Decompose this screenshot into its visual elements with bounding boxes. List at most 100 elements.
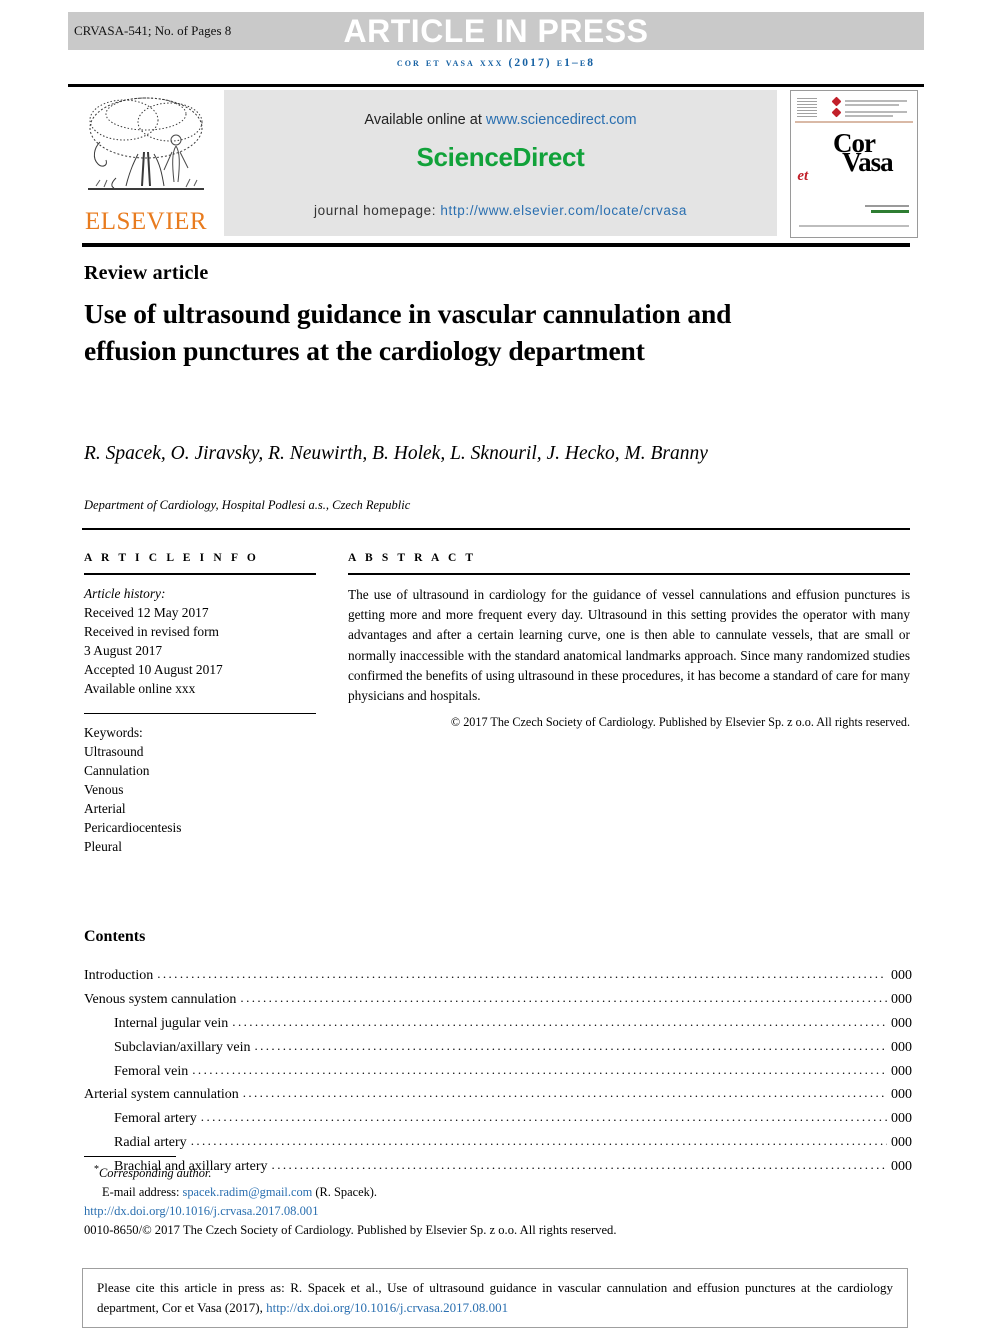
available-online-prefix: Available online at	[364, 112, 486, 128]
journal-cover-thumbnail: Cor et Vasa	[790, 90, 918, 238]
cover-text-line	[845, 115, 893, 117]
keyword-item: Venous	[84, 782, 124, 798]
article-history-block: Article history: Received 12 May 2017 Re…	[84, 584, 316, 698]
journal-masthead: ELSEVIER Available online at www.science…	[68, 88, 924, 238]
history-item: Received in revised form	[84, 624, 219, 640]
abstract-copyright: © 2017 The Czech Society of Cardiology. …	[450, 715, 910, 730]
affiliation: Department of Cardiology, Hospital Podle…	[84, 498, 411, 512]
keyword-item: Cannulation	[84, 763, 150, 779]
toc-entry-page: 000	[891, 992, 912, 1008]
abstract-text: The use of ultrasound in cardiology for …	[348, 587, 910, 704]
history-item: 3 August 2017	[84, 643, 163, 659]
journal-reference-line: cor et vasa xxx (2017) e1–e8	[396, 57, 596, 69]
heart-icon	[831, 96, 842, 107]
toc-entry-page: 000	[891, 1039, 912, 1055]
toc-leader-dots: ........................................…	[254, 1038, 887, 1052]
cover-mark	[865, 205, 909, 207]
toc-entry-label: Subclavian/axillary vein	[114, 1039, 251, 1055]
toc-entry[interactable]: Arterial system cannulation ............…	[84, 1083, 912, 1107]
cover-title: Cor et Vasa	[791, 130, 917, 184]
article-in-press-label: ARTICLE IN PRESS	[343, 12, 649, 49]
keywords-divider-rule	[84, 713, 316, 715]
cover-mark	[849, 225, 909, 227]
citation-text: Please cite this article in press as: R.…	[97, 1278, 893, 1317]
toc-entry[interactable]: Femoral vein ...........................…	[84, 1059, 912, 1083]
journal-homepage-prefix: journal homepage:	[314, 203, 441, 218]
toc-entry[interactable]: Internal jugular vein ..................…	[84, 1012, 912, 1036]
keywords-label: Keywords:	[84, 725, 143, 741]
journal-homepage-link[interactable]: http://www.elsevier.com/locate/crvasa	[440, 203, 687, 218]
citation-box: Please cite this article in press as: R.…	[82, 1268, 908, 1328]
corresponding-author-text: Corresponding author.	[99, 1166, 212, 1181]
author-names: R. Spacek, O. Jiravsky, R. Neuwirth, B. …	[84, 443, 708, 464]
article-in-press-band: CRVASA-541; No. of Pages 8 ARTICLE IN PR…	[68, 12, 924, 50]
abstract-heading-rule	[348, 573, 910, 575]
cover-divider-rule	[795, 121, 913, 123]
available-online-line: Available online at www.sciencedirect.co…	[364, 112, 636, 128]
contents-heading: Contents	[84, 928, 146, 945]
elsevier-wordmark: ELSEVIER	[84, 208, 208, 235]
toc-entry-label: Introduction	[84, 968, 154, 984]
keyword-item: Ultrasound	[84, 744, 144, 760]
sciencedirect-panel: Available online at www.sciencedirect.co…	[224, 90, 777, 236]
toc-leader-dots: ........................................…	[190, 1133, 887, 1147]
toc-entry[interactable]: Introduction ...........................…	[84, 964, 912, 988]
sciencedirect-url-link[interactable]: www.sciencedirect.com	[486, 112, 637, 128]
table-of-contents: Introduction ...........................…	[84, 964, 912, 1178]
toc-entry-label: Venous system cannulation	[84, 992, 237, 1008]
toc-entry-page: 000	[891, 968, 912, 984]
cover-mark	[871, 210, 909, 213]
email-link[interactable]: spacek.radim@gmail.com	[183, 1185, 313, 1199]
author-list: R. Spacek, O. Jiravsky, R. Neuwirth, B. …	[84, 440, 814, 468]
issn-copyright-line: 0010-8650/© 2017 The Czech Society of Ca…	[84, 1222, 617, 1237]
article-history-label: Article history:	[84, 586, 166, 601]
keyword-item: Pleural	[84, 839, 122, 855]
toc-leader-dots: ........................................…	[192, 1062, 887, 1076]
toc-leader-dots: ........................................…	[157, 967, 887, 981]
toc-entry-page: 000	[891, 1087, 912, 1103]
title-top-rule	[82, 243, 910, 247]
toc-entry[interactable]: Venous system cannulation ..............…	[84, 988, 912, 1012]
toc-leader-dots: ........................................…	[240, 991, 887, 1005]
toc-entry-page: 000	[891, 1063, 912, 1079]
cover-text-line	[845, 111, 907, 113]
toc-entry[interactable]: Femoral artery .........................…	[84, 1107, 912, 1131]
sciencedirect-wordmark: ScienceDirect	[416, 142, 585, 172]
toc-entry-page: 000	[891, 1134, 912, 1150]
abstract-heading: A B S T R A C T	[348, 552, 477, 564]
toc-entry-page: 000	[891, 1111, 912, 1127]
cover-text-line	[845, 104, 899, 106]
article-info-column: A R T I C L E I N F O Article history: R…	[84, 552, 316, 856]
toc-leader-dots: ........................................…	[200, 1110, 887, 1124]
citation-doi-link[interactable]: http://dx.doi.org/10.1016/j.crvasa.2017.…	[266, 1300, 508, 1315]
footnote-block: *Corresponding author. E-mail address: s…	[84, 1162, 784, 1240]
toc-entry[interactable]: Radial artery ..........................…	[84, 1130, 912, 1154]
toc-entry-label: Femoral artery	[114, 1111, 197, 1127]
cover-mark	[799, 225, 851, 227]
history-item: Available online xxx	[84, 681, 196, 697]
toc-leader-dots: ........................................…	[232, 1014, 887, 1028]
corresponding-author-note: *Corresponding author.	[84, 1162, 784, 1183]
toc-entry-page: 000	[891, 1158, 912, 1174]
email-suffix: (R. Spacek).	[312, 1184, 377, 1199]
toc-leader-dots: ........................................…	[242, 1086, 887, 1100]
toc-entry-label: Femoral vein	[114, 1063, 189, 1079]
toc-entry-label: Internal jugular vein	[114, 1015, 229, 1031]
history-item: Accepted 10 August 2017	[84, 662, 223, 678]
journal-homepage-line: journal homepage: http://www.elsevier.co…	[314, 203, 687, 218]
doi-link[interactable]: http://dx.doi.org/10.1016/j.crvasa.2017.…	[84, 1202, 784, 1221]
cover-text-line	[845, 100, 907, 102]
email-label: E-mail address:	[102, 1184, 183, 1199]
toc-entry[interactable]: Subclavian/axillary vein ...............…	[84, 1035, 912, 1059]
keyword-item: Arterial	[84, 801, 126, 817]
abstract-column: A B S T R A C T The use of ultrasound in…	[348, 552, 910, 730]
masthead-top-rule	[68, 84, 924, 87]
article-type-label: Review article	[84, 262, 209, 284]
keywords-block: Keywords: Ultrasound Cannulation Venous …	[84, 723, 316, 856]
article-info-heading-rule	[84, 573, 316, 575]
footnote-rule	[84, 1156, 176, 1157]
cover-title-vasa: Vasa	[842, 146, 894, 177]
history-item: Received 12 May 2017	[84, 605, 209, 621]
email-note: E-mail address: spacek.radim@gmail.com (…	[84, 1183, 784, 1202]
heart-icon	[831, 107, 842, 118]
